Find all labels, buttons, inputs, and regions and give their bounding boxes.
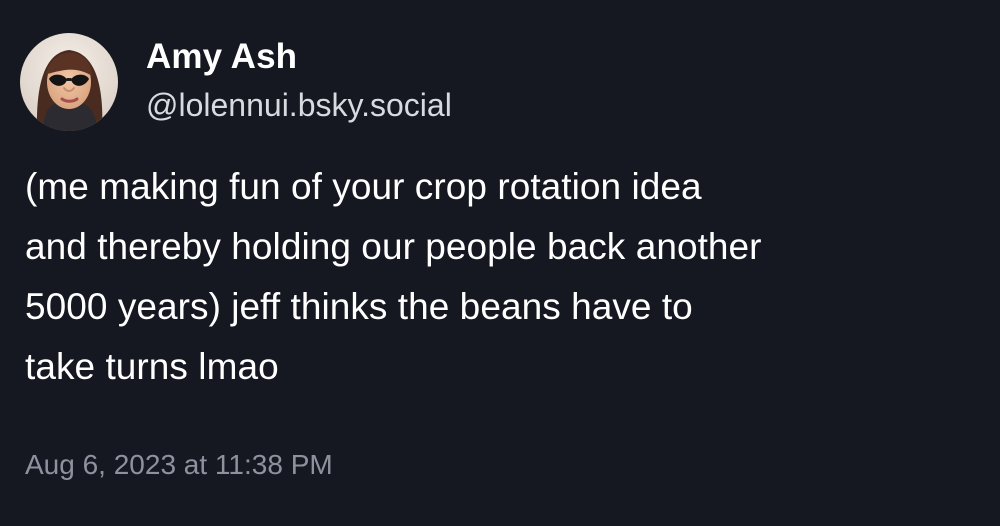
post-body: (me making fun of your crop rotation ide… <box>25 157 975 397</box>
post-line-3: 5000 years) jeff thinks the beans have t… <box>25 286 693 327</box>
author-block: Amy Ash @lolennui.bsky.social <box>146 37 452 123</box>
avatar[interactable] <box>20 33 118 131</box>
post-line-4: take turns lmao <box>25 346 279 387</box>
author-handle[interactable]: @lolennui.bsky.social <box>146 87 452 123</box>
user-avatar-icon <box>20 33 118 131</box>
post-line-1: (me making fun of your crop rotation ide… <box>25 166 702 207</box>
author-display-name[interactable]: Amy Ash <box>146 37 452 77</box>
post-timestamp[interactable]: Aug 6, 2023 at 11:38 PM <box>25 448 333 482</box>
post-line-2: and thereby holding our people back anot… <box>25 226 762 267</box>
social-post: Amy Ash @lolennui.bsky.social (me making… <box>0 0 1000 526</box>
post-header: Amy Ash @lolennui.bsky.social <box>20 32 452 132</box>
